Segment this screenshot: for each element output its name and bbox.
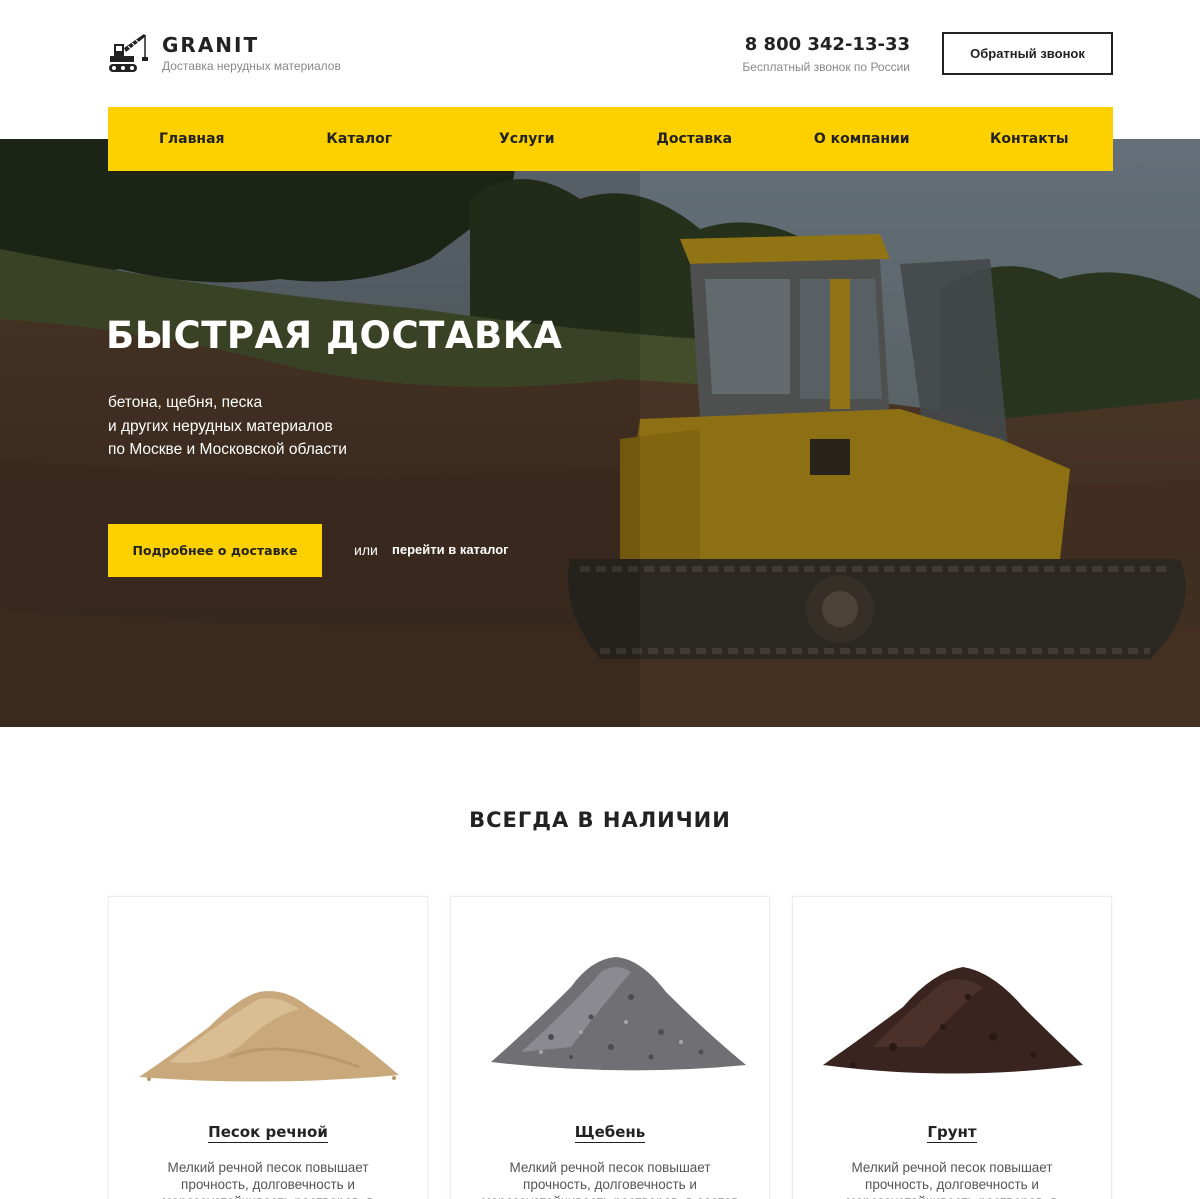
- product-card-gravel[interactable]: Щебень Мелкий речной песок повышает проч…: [450, 896, 770, 1199]
- product-description: Мелкий речной песок повышает прочность, …: [481, 1160, 738, 1199]
- callback-button[interactable]: Обратный звонок: [942, 32, 1113, 75]
- nav-item-contacts[interactable]: Контакты: [946, 107, 1114, 171]
- logo-name: GRANIT: [162, 33, 260, 57]
- section-title: ВСЕГДА В НАЛИЧИИ: [469, 808, 731, 832]
- phone-note: Бесплатный звонок по России: [742, 60, 910, 74]
- product-cards: Песок речной Мелкий речной песок повышае…: [108, 896, 1113, 1199]
- hero-subtitle: бетона, щебня, песка и других нерудных м…: [108, 391, 347, 462]
- product-title[interactable]: Щебень: [451, 1123, 769, 1143]
- nav-item-services[interactable]: Услуги: [443, 107, 611, 171]
- product-title-text[interactable]: Грунт: [927, 1123, 977, 1143]
- nav-item-delivery[interactable]: Доставка: [611, 107, 779, 171]
- logo-tagline: Доставка нерудных материалов: [162, 59, 341, 73]
- logo[interactable]: GRANIT Доставка нерудных материалов: [108, 30, 341, 76]
- product-title[interactable]: Грунт: [793, 1123, 1111, 1143]
- product-card-sand[interactable]: Песок речной Мелкий речной песок повышае…: [108, 896, 428, 1199]
- delivery-details-button[interactable]: Подробнее о доставке: [108, 524, 322, 577]
- main-nav: Главная Каталог Услуги Доставка О компан…: [108, 107, 1113, 171]
- product-description: Мелкий речной песок повышает прочность, …: [846, 1160, 1058, 1199]
- hero-subtitle-line: бетона, щебня, песка: [108, 394, 263, 411]
- nav-item-home[interactable]: Главная: [108, 107, 276, 171]
- nav-item-catalog[interactable]: Каталог: [276, 107, 444, 171]
- phone-block: 8 800 342-13-33 Бесплатный звонок по Рос…: [742, 34, 910, 74]
- hero-subtitle-line: по Москве и Московской области: [108, 441, 347, 458]
- catalog-link[interactable]: перейти в каталог: [392, 542, 509, 557]
- product-title[interactable]: Песок речной: [109, 1123, 427, 1143]
- gravel-pile-image: [491, 957, 746, 1071]
- hero-subtitle-line: и других нерудных материалов: [108, 417, 333, 435]
- sand-pile-image: [139, 991, 399, 1082]
- soil-pile-image: [823, 967, 1083, 1074]
- product-title-text[interactable]: Песок речной: [208, 1123, 328, 1143]
- hero-or-text: или: [354, 542, 378, 558]
- phone-number[interactable]: 8 800 342-13-33: [742, 34, 910, 56]
- product-card-soil[interactable]: Грунт Мелкий речной песок повышает прочн…: [792, 896, 1112, 1199]
- nav-item-about[interactable]: О компании: [778, 107, 946, 171]
- hero-title: БЫСТРАЯ ДОСТАВКА: [106, 314, 563, 357]
- product-description: Мелкий речной песок повышает прочность, …: [162, 1160, 374, 1199]
- crane-icon: [109, 34, 148, 72]
- product-title-text[interactable]: Щебень: [574, 1123, 646, 1143]
- hero-banner: БЫСТРАЯ ДОСТАВКА бетона, щебня, песка и …: [0, 139, 1200, 727]
